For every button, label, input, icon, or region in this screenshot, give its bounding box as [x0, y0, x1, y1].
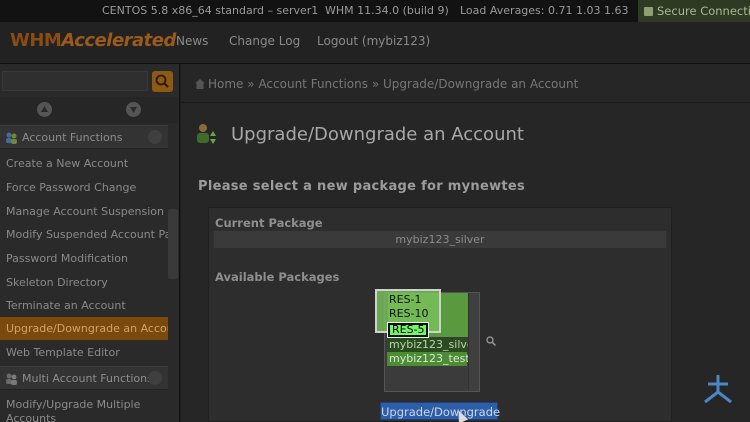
load-averages: Load Averages: 0.71 1.03 1.63 [460, 4, 629, 17]
nav-logout[interactable]: Logout (mybiz123) [317, 34, 430, 48]
sidebar-item-manage-suspension[interactable]: Manage Account Suspension [0, 200, 168, 223]
package-option-res-10[interactable]: RES-10 [387, 307, 467, 321]
package-select-list[interactable]: RES-1 RES-10 RES-5 mybiz123_silver mybiz… [375, 289, 480, 392]
chevron-up-icon [148, 130, 162, 144]
current-package-value: mybiz123_silver [214, 231, 666, 248]
package-panel: Current Package mybiz123_silver Availabl… [208, 207, 672, 422]
sidebar-item-create-account[interactable]: Create a New Account [0, 152, 168, 175]
chevron-down-icon [148, 371, 162, 385]
list-scrollbar[interactable] [468, 293, 479, 391]
home-icon [195, 79, 205, 89]
upgrade-downgrade-button[interactable]: Upgrade/Downgrade [380, 402, 500, 420]
package-option-mybiz123-test[interactable]: mybiz123_test [387, 352, 470, 366]
scroll-up-button[interactable] [37, 102, 52, 117]
nav-change-log[interactable]: Change Log [229, 34, 300, 48]
watermark-logo-icon [704, 375, 732, 404]
scroll-down-button[interactable] [126, 102, 141, 117]
search-icon [155, 74, 169, 88]
users-icon [6, 132, 17, 144]
sidebar-item-modify-suspended-page[interactable]: Modify Suspended Account Page [0, 223, 168, 246]
main-content: Home » Account Functions » Upgrade/Downg… [181, 64, 750, 422]
breadcrumb-home[interactable]: Home [208, 77, 243, 91]
page-title: Upgrade/Downgrade an Account [231, 124, 524, 145]
users-icon [6, 373, 17, 385]
current-package-label: Current Package [215, 216, 323, 230]
sidebar-item-modify-upgrade-multiple-2[interactable]: Accounts [0, 407, 168, 422]
arrow-down-icon [130, 107, 137, 113]
sidebar-item-password-modification[interactable]: Password Modification [0, 247, 168, 270]
divider [181, 102, 750, 103]
nav-news[interactable]: News [176, 34, 208, 48]
breadcrumb-account-functions[interactable]: Account Functions [258, 77, 368, 91]
sidebar-item-upgrade-downgrade[interactable]: Upgrade/Downgrade an Account [0, 317, 168, 340]
search-button[interactable] [152, 71, 173, 92]
sidebar-item-terminate-account[interactable]: Terminate an Account [0, 294, 168, 317]
sidebar-nav-arrows [0, 97, 178, 123]
package-option-mybiz123-silver[interactable]: mybiz123_silver [387, 338, 478, 352]
search-input[interactable] [2, 71, 148, 91]
breadcrumb: Home » Account Functions » Upgrade/Downg… [195, 77, 578, 91]
header: WHMAccelerated News Change Log Logout (m… [0, 22, 750, 64]
sidebar-search [0, 68, 178, 94]
package-option-res-5[interactable]: RES-5 [387, 322, 429, 338]
section-account-functions[interactable]: Account Functions [0, 125, 168, 149]
available-packages-label: Available Packages [215, 270, 340, 284]
arrow-up-icon [41, 106, 48, 112]
instruction-text: Please select a new package for mynewtes [198, 179, 526, 194]
secure-connection-badge: Secure Connecti [638, 0, 750, 22]
os-info: CENTOS 5.8 x86_64 standard – server1 [102, 4, 319, 17]
sidebar-item-skeleton-directory[interactable]: Skeleton Directory [0, 271, 168, 294]
section-multi-account-functions[interactable]: Multi Account Functions [0, 366, 168, 390]
user-upgrade-icon [197, 124, 216, 144]
lock-icon [644, 7, 653, 16]
sidebar-item-web-template-editor[interactable]: Web Template Editor [0, 341, 168, 364]
sidebar: Account Functions Create a New Account F… [0, 64, 180, 422]
server-status-bar: CENTOS 5.8 x86_64 standard – server1 WHM… [0, 0, 750, 22]
whm-logo[interactable]: WHMAccelerated [10, 30, 176, 51]
sidebar-scrollbar[interactable] [168, 209, 178, 279]
sidebar-item-force-password-change[interactable]: Force Password Change [0, 176, 168, 199]
whm-version: WHM 11.34.0 (build 9) [325, 4, 449, 17]
magnify-icon [486, 336, 496, 346]
breadcrumb-current: Upgrade/Downgrade an Account [383, 77, 579, 91]
package-option-res-1[interactable]: RES-1 [387, 293, 467, 307]
